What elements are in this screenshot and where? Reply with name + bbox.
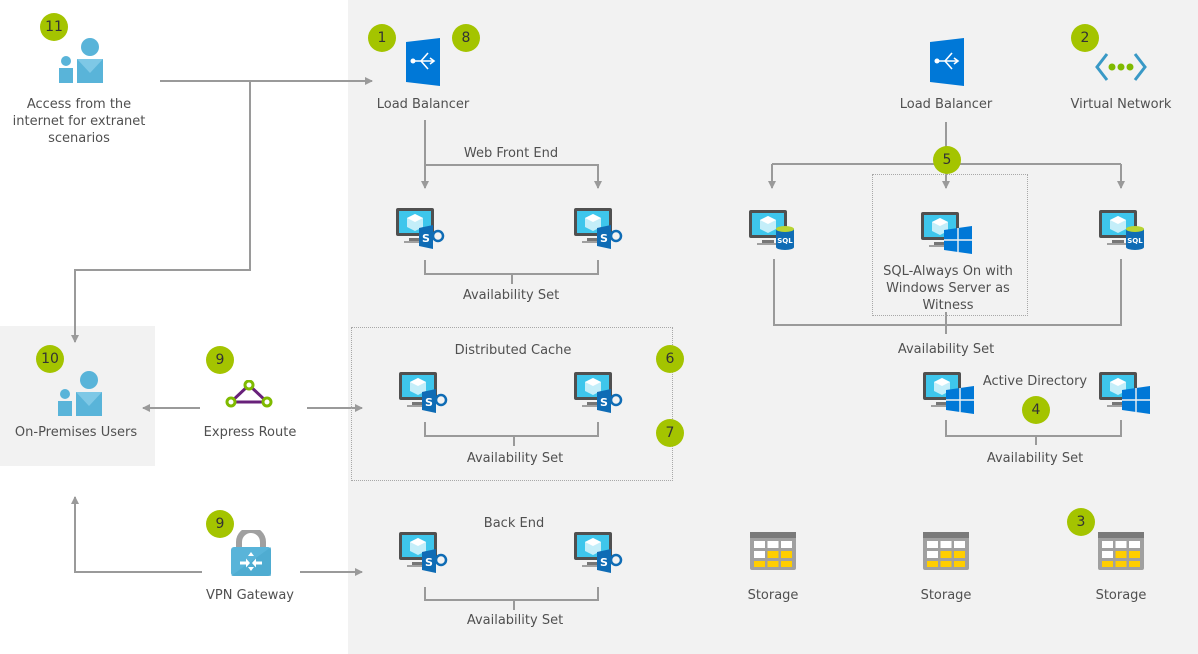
storage-icon[interactable] [923, 532, 969, 570]
storage-icon[interactable] [750, 532, 796, 570]
vpn-gateway-label: VPN Gateway [205, 588, 295, 603]
users-icon [58, 371, 102, 416]
sharepoint-vm-icon[interactable]: S [398, 530, 448, 574]
badge-3: 3 [1067, 508, 1095, 536]
vpn-to-onprem-connector [71, 496, 202, 573]
sql-vm-icon[interactable]: SQL [748, 208, 798, 252]
web-front-end-title: Web Front End [463, 146, 559, 161]
sharepoint-tag: S [600, 232, 608, 245]
users-icon [59, 38, 103, 83]
windows-vm-icon[interactable] [1098, 370, 1154, 414]
web-set-bracket [424, 260, 599, 284]
cache-availability-set-label: Availability Set [466, 451, 564, 466]
internet-users-label: Access from the internet for extranet sc… [12, 97, 146, 146]
distributed-cache-title: Distributed Cache [454, 343, 572, 358]
badge-5: 5 [933, 146, 961, 174]
sharepoint-vm-icon[interactable]: S [573, 206, 623, 250]
load-balancer-icon[interactable] [930, 38, 964, 86]
lb-web-label: Load Balancer [376, 97, 470, 112]
back-end-title: Back End [483, 516, 545, 531]
storage-label: Storage [747, 588, 799, 603]
sharepoint-tag: S [600, 396, 608, 409]
lb-to-web-right [425, 164, 602, 189]
badge-2: 2 [1071, 24, 1099, 52]
backend-availability-set-label: Availability Set [466, 613, 564, 628]
badge-9-express-route: 9 [206, 346, 234, 374]
onprem-users-label: On-Premises Users [14, 425, 138, 440]
sql-tag: SQL [1127, 237, 1143, 245]
sql-availability-set-label: Availability Set [897, 342, 995, 357]
sharepoint-vm-icon[interactable]: S [398, 370, 448, 414]
load-balancer-icon[interactable] [406, 38, 440, 86]
sharepoint-tag: S [600, 556, 608, 569]
sharepoint-vm-icon[interactable]: S [395, 206, 445, 250]
ad-availability-set-label: Availability Set [986, 451, 1084, 466]
badge-7: 7 [656, 419, 684, 447]
storage-label: Storage [1095, 588, 1147, 603]
sharepoint-vm-icon[interactable]: S [573, 530, 623, 574]
vpn-gateway-icon [231, 530, 271, 576]
badge-1: 1 [368, 24, 396, 52]
sharepoint-vm-icon[interactable]: S [573, 370, 623, 414]
windows-vm-icon[interactable] [922, 370, 978, 414]
sql-witness-label: SQL-Always On with Windows Server as Wit… [883, 264, 1013, 313]
sharepoint-tag: S [422, 232, 430, 245]
virtual-network-icon[interactable] [1095, 52, 1147, 82]
web-availability-set-label: Availability Set [462, 288, 560, 303]
express-route-label: Express Route [203, 425, 297, 440]
express-route-icon [225, 380, 273, 408]
backend-set-bracket [424, 587, 599, 610]
badge-4: 4 [1022, 396, 1050, 424]
badge-6: 6 [656, 345, 684, 373]
lb-sql-label: Load Balancer [899, 97, 993, 112]
storage-icon[interactable] [1098, 532, 1144, 570]
sql-tag: SQL [777, 237, 793, 245]
vnet-label: Virtual Network [1070, 97, 1172, 112]
windows-vm-icon[interactable] [920, 210, 976, 254]
badge-8: 8 [452, 24, 480, 52]
sql-vm-icon[interactable]: SQL [1098, 208, 1148, 252]
sharepoint-tag: S [425, 396, 433, 409]
sharepoint-tag: S [425, 556, 433, 569]
storage-label: Storage [920, 588, 972, 603]
active-directory-title: Active Directory [982, 374, 1088, 389]
